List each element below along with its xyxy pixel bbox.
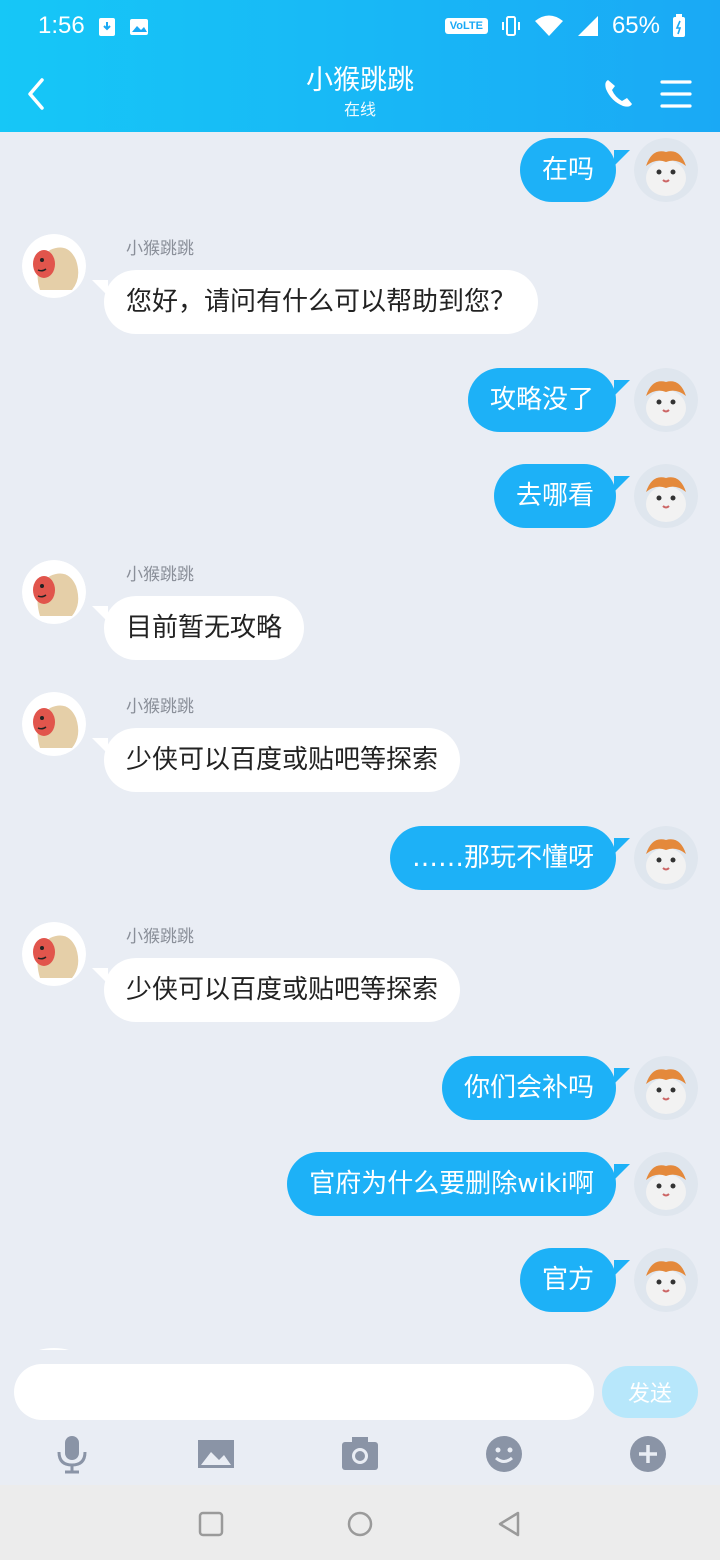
avatar-monkey[interactable] [22, 922, 86, 986]
message-bubble[interactable]: 少侠可以百度或贴吧等探索 [104, 958, 461, 1022]
avatar-monkey[interactable] [22, 692, 86, 756]
partial-next-message [0, 1340, 720, 1350]
bubble-tail [614, 150, 630, 166]
avatar-self[interactable] [634, 138, 698, 202]
system-navigation-bar [0, 1485, 720, 1560]
message-bubble[interactable]: 少侠可以百度或贴吧等探索 [104, 728, 461, 792]
bubble-tail [614, 1068, 630, 1084]
bubble-tail [614, 380, 630, 396]
plus-icon[interactable] [626, 1432, 670, 1476]
avatar-self[interactable] [634, 368, 698, 432]
sender-name: 小猴跳跳 [126, 697, 194, 717]
send-button[interactable]: 发送 [602, 1366, 698, 1418]
avatar-self[interactable] [634, 826, 698, 890]
avatar-self[interactable] [634, 464, 698, 528]
chat-title-block: 小猴跳跳 在线 [160, 64, 560, 120]
status-right: VoLTE 65% [444, 12, 686, 40]
message-bubble[interactable]: 您好，请问有什么可以帮助到您？ [104, 270, 539, 334]
status-bar: 1:56 VoLTE 65% [0, 0, 720, 54]
avatar-self[interactable] [634, 1152, 698, 1216]
wifi-icon [534, 15, 563, 36]
bubble-tail [614, 476, 630, 492]
battery-percent: 65% [611, 12, 660, 39]
message-list[interactable]: 在吗 小猴跳跳 您好，请问有什么可以帮助到您？ 攻略没了 去哪看 小猴跳跳 目前… [0, 132, 720, 1347]
message-incoming: 小猴跳跳 少侠可以百度或贴吧等探索 [0, 918, 720, 1028]
message-outgoing: ……那玩不懂呀 [0, 820, 720, 890]
back-nav-icon[interactable] [492, 1507, 526, 1541]
message-bubble[interactable]: 在吗 [519, 138, 616, 202]
back-arrow-icon[interactable] [18, 72, 58, 116]
avatar-self[interactable] [634, 1056, 698, 1120]
bubble-tail [614, 838, 630, 854]
message-outgoing: 攻略没了 [0, 362, 720, 432]
message-outgoing: 官府为什么要删除wiki啊 [0, 1146, 720, 1216]
message-bubble[interactable]: 官方 [519, 1248, 616, 1312]
bubble-tail [614, 1164, 630, 1180]
menu-icon[interactable] [656, 74, 696, 114]
home-icon[interactable] [343, 1507, 377, 1541]
message-incoming: 小猴跳跳 少侠可以百度或贴吧等探索 [0, 688, 720, 798]
image-icon[interactable] [194, 1432, 238, 1476]
emoji-icon[interactable] [482, 1432, 526, 1476]
online-status: 在线 [343, 100, 376, 119]
message-outgoing: 在吗 [0, 132, 720, 202]
chat-header: 1:56 VoLTE 65% 小猴跳跳 在线 [0, 0, 720, 132]
status-time: 1:56 [38, 12, 85, 39]
message-bubble[interactable]: 目前暂无攻略 [104, 596, 305, 660]
download-notification-icon [99, 18, 115, 36]
message-bubble[interactable]: 去哪看 [493, 464, 616, 528]
image-notification-icon [130, 19, 148, 35]
sender-name: 小猴跳跳 [126, 927, 194, 947]
sender-name: 小猴跳跳 [126, 565, 194, 585]
input-bar: 发送 [0, 1350, 720, 1485]
microphone-icon[interactable] [50, 1432, 94, 1476]
bubble-tail [614, 1260, 630, 1276]
sender-name: 小猴跳跳 [126, 239, 194, 259]
message-incoming: 小猴跳跳 目前暂无攻略 [0, 556, 720, 666]
message-input[interactable] [14, 1364, 594, 1420]
volte-badge: VoLTE [444, 18, 488, 34]
cell-signal-icon [577, 16, 598, 36]
avatar-monkey[interactable] [22, 234, 86, 298]
message-bubble[interactable]: 官府为什么要删除wiki啊 [287, 1152, 616, 1216]
phone-icon[interactable] [598, 74, 638, 114]
message-outgoing: 去哪看 [0, 458, 720, 528]
message-incoming: 小猴跳跳 您好，请问有什么可以帮助到您？ [0, 230, 720, 340]
message-outgoing: 官方 [0, 1242, 720, 1312]
chat-title: 小猴跳跳 [306, 65, 414, 96]
message-bubble[interactable]: 你们会补吗 [441, 1056, 616, 1120]
vibrate-icon [501, 16, 520, 36]
recent-apps-icon[interactable] [194, 1507, 228, 1541]
message-outgoing: 你们会补吗 [0, 1050, 720, 1120]
avatar-monkey[interactable] [22, 560, 86, 624]
message-bubble[interactable]: ……那玩不懂呀 [389, 826, 616, 890]
camera-icon[interactable] [338, 1432, 382, 1476]
avatar-self[interactable] [634, 1248, 698, 1312]
message-bubble[interactable]: 攻略没了 [467, 368, 616, 432]
battery-icon [673, 14, 685, 37]
